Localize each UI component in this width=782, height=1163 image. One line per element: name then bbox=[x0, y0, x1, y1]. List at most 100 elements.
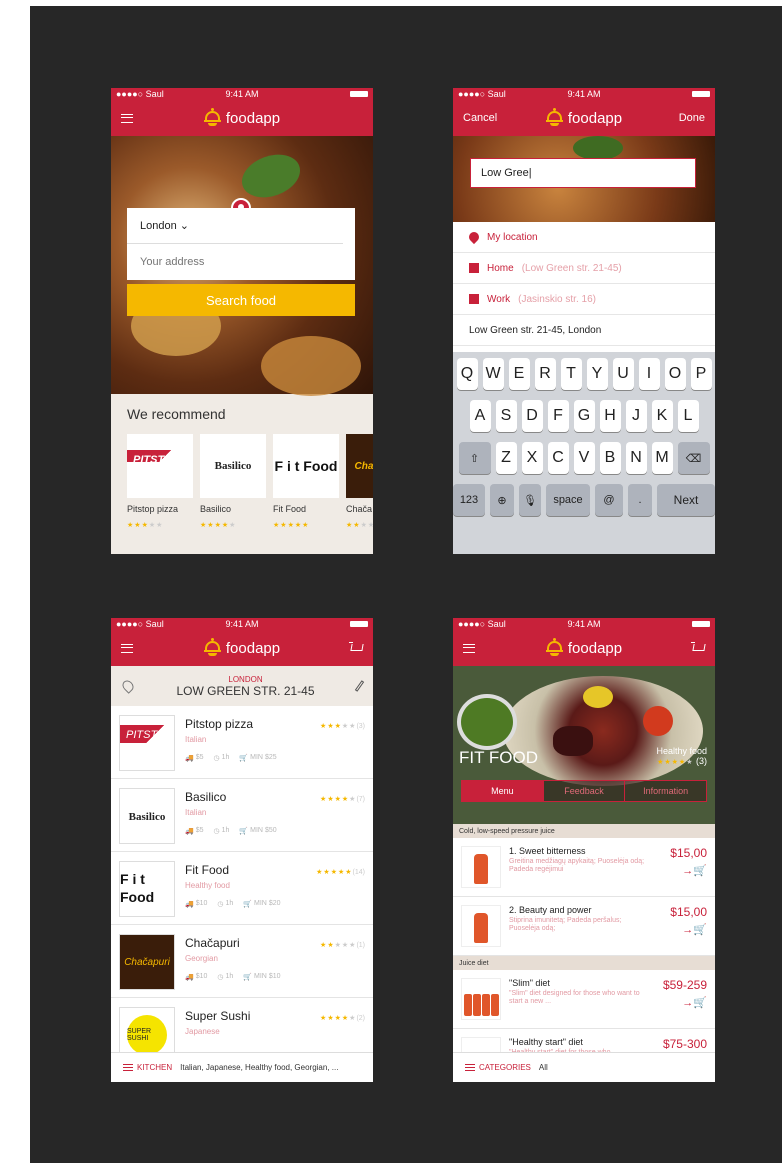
key-g[interactable]: G bbox=[573, 400, 595, 432]
key-p[interactable]: P bbox=[690, 358, 712, 390]
recommend-item[interactable]: PITSTOP PIZZA Pitstop pizza ★★★★★ bbox=[127, 434, 193, 532]
bottle-icon bbox=[490, 994, 499, 1016]
brand: foodapp bbox=[453, 630, 715, 666]
recommend-item[interactable]: Chačapuri Chača ★★★★★ bbox=[346, 434, 373, 532]
menu-icon[interactable] bbox=[463, 643, 475, 653]
search-food-button[interactable]: Search food bbox=[127, 284, 355, 316]
truck-icon: 🚚 bbox=[185, 828, 194, 835]
key-a[interactable]: A bbox=[469, 400, 491, 432]
key-s[interactable]: S bbox=[495, 400, 517, 432]
numbers-key[interactable]: 123 bbox=[453, 484, 485, 516]
dish-price: $75-300 bbox=[662, 1037, 707, 1051]
filter-bar[interactable]: KITCHEN Italian, Japanese, Healthy food,… bbox=[111, 1052, 373, 1082]
time-value: 1h bbox=[221, 754, 230, 761]
dish-name: 2. Beauty and power bbox=[509, 905, 592, 915]
restaurant-list: PITSTOP PIZZA Pitstop pizza ★★★★★(3) Italia… bbox=[111, 706, 373, 1071]
dish-row[interactable]: 2. Beauty and power Stiprina imunitetą; P… bbox=[453, 897, 715, 956]
restaurant-row[interactable]: F i t Food Fit Food ★★★★★(14) Healthy food 🚚… bbox=[111, 852, 373, 925]
restaurant-name: Super Sushi bbox=[185, 1009, 251, 1023]
key-z[interactable]: Z bbox=[495, 442, 517, 474]
location-bar[interactable]: LONDON LOW GREEN STR. 21-45 bbox=[111, 666, 373, 706]
tab-information[interactable]: Information bbox=[624, 781, 706, 801]
tab-menu[interactable]: Menu bbox=[462, 781, 543, 801]
review-count: (3) bbox=[696, 756, 707, 766]
min-prefix: MIN bbox=[254, 973, 267, 980]
bottle-icon bbox=[474, 913, 488, 943]
key-o[interactable]: O bbox=[664, 358, 686, 390]
clock-icon: ◷ bbox=[213, 828, 220, 835]
filter-value: Italian, Japanese, Healthy food, Georgia… bbox=[180, 1063, 339, 1072]
add-to-cart-icon[interactable]: →🛒 bbox=[655, 864, 707, 877]
bottle-icon bbox=[474, 854, 488, 884]
add-to-cart-icon[interactable]: →🛒 bbox=[655, 996, 707, 1009]
suggestion-item[interactable]: My location bbox=[453, 222, 715, 253]
suggestion-item[interactable]: Work (Jasinskio str. 16) bbox=[453, 284, 715, 315]
brand-name: foodapp bbox=[567, 109, 623, 127]
restaurant-row[interactable]: Chačapuri Chačapuri ★★★★★(1) Georgian 🚚 $10 ◷ 1… bbox=[111, 925, 373, 998]
suggestion-label: My location bbox=[487, 231, 538, 243]
hero-image: London ⌄ Search food bbox=[111, 136, 373, 396]
dish-row[interactable]: "Slim" diet "Slim" diet designed for thos… bbox=[453, 970, 715, 1029]
key-u[interactable]: U bbox=[612, 358, 634, 390]
globe-icon[interactable]: ⊕ bbox=[490, 484, 514, 516]
brand: foodapp bbox=[111, 630, 373, 666]
shift-key[interactable]: ⇧ bbox=[458, 442, 491, 474]
key-j[interactable]: J bbox=[625, 400, 647, 432]
key-r[interactable]: R bbox=[534, 358, 556, 390]
key-v[interactable]: V bbox=[573, 442, 595, 474]
key-l[interactable]: L bbox=[677, 400, 699, 432]
filter-bar[interactable]: CATEGORIES All bbox=[453, 1052, 715, 1082]
key-h[interactable]: H bbox=[599, 400, 621, 432]
done-button[interactable]: Done bbox=[679, 112, 705, 124]
suggestion-item[interactable]: Home (Low Green str. 21-45) bbox=[453, 253, 715, 284]
key-f[interactable]: F bbox=[547, 400, 569, 432]
star-icon: ★ bbox=[330, 869, 338, 876]
suggestion-item[interactable]: Low Green str. 21-45, London bbox=[453, 315, 715, 346]
restaurant-row[interactable]: Basilico Basilico ★★★★★(7) Italian 🚚 $5 ◷ 1h 🛒 MI… bbox=[111, 779, 373, 852]
cancel-button[interactable]: Cancel bbox=[463, 112, 497, 124]
cart-icon[interactable] bbox=[349, 642, 363, 654]
key-w[interactable]: W bbox=[482, 358, 504, 390]
at-key[interactable]: @ bbox=[595, 484, 623, 516]
city-select[interactable]: London ⌄ bbox=[127, 208, 343, 244]
restaurant-logo: PITSTOP PIZZA bbox=[127, 450, 193, 482]
key-m[interactable]: M bbox=[651, 442, 673, 474]
cart-icon[interactable] bbox=[691, 642, 705, 654]
star-icon: ★ bbox=[323, 869, 331, 876]
bottle-icon bbox=[463, 994, 472, 1016]
key-n[interactable]: N bbox=[625, 442, 647, 474]
key-e[interactable]: E bbox=[508, 358, 530, 390]
microphone-icon[interactable]: 🎙 bbox=[519, 484, 541, 516]
backspace-icon[interactable]: ⌫ bbox=[677, 442, 710, 474]
tab-feedback[interactable]: Feedback bbox=[542, 781, 625, 801]
hero-image: Low Gree | bbox=[453, 136, 715, 222]
dish-row[interactable]: 1. Sweet bitterness Greitina medžiagų apy… bbox=[453, 838, 715, 897]
restaurant-row[interactable]: PITSTOP PIZZA Pitstop pizza ★★★★★(3) Italia… bbox=[111, 706, 373, 779]
key-q[interactable]: Q bbox=[456, 358, 478, 390]
key-t[interactable]: T bbox=[560, 358, 582, 390]
next-key[interactable]: Next bbox=[657, 484, 715, 516]
key-b[interactable]: B bbox=[599, 442, 621, 474]
key-y[interactable]: Y bbox=[586, 358, 608, 390]
dot-key[interactable]: . bbox=[628, 484, 652, 516]
restaurant-header: Super Sushi ★★★★★(2) bbox=[185, 1007, 365, 1025]
add-to-cart-icon[interactable]: →🛒 bbox=[655, 923, 707, 936]
recommend-item[interactable]: Basilico Basilico ★★★★★ bbox=[200, 434, 266, 532]
restaurant-cuisine: Italian bbox=[185, 808, 207, 817]
address-input[interactable] bbox=[127, 244, 355, 280]
address-search-input[interactable]: Low Gree | bbox=[470, 158, 696, 188]
min-value: $20 bbox=[268, 900, 281, 907]
key-c[interactable]: C bbox=[547, 442, 569, 474]
key-d[interactable]: D bbox=[521, 400, 543, 432]
key-i[interactable]: I bbox=[638, 358, 660, 390]
menu-icon[interactable] bbox=[121, 643, 133, 653]
logo-text: PITSTOP PIZZA bbox=[120, 725, 173, 763]
dish-description: Stiprina imunitetą; Padeda peršalus; Puo… bbox=[509, 917, 622, 933]
key-k[interactable]: K bbox=[651, 400, 673, 432]
recommend-name: Pitstop pizza bbox=[127, 504, 179, 514]
restaurant-header: Basilico ★★★★★(7) bbox=[185, 788, 365, 806]
key-x[interactable]: X bbox=[521, 442, 543, 474]
recommend-item[interactable]: F i t Food Fit Food ★★★★★ bbox=[273, 434, 339, 532]
space-key[interactable]: space bbox=[546, 484, 590, 516]
restaurant-rating: ★★★★★(2) bbox=[320, 1007, 365, 1025]
